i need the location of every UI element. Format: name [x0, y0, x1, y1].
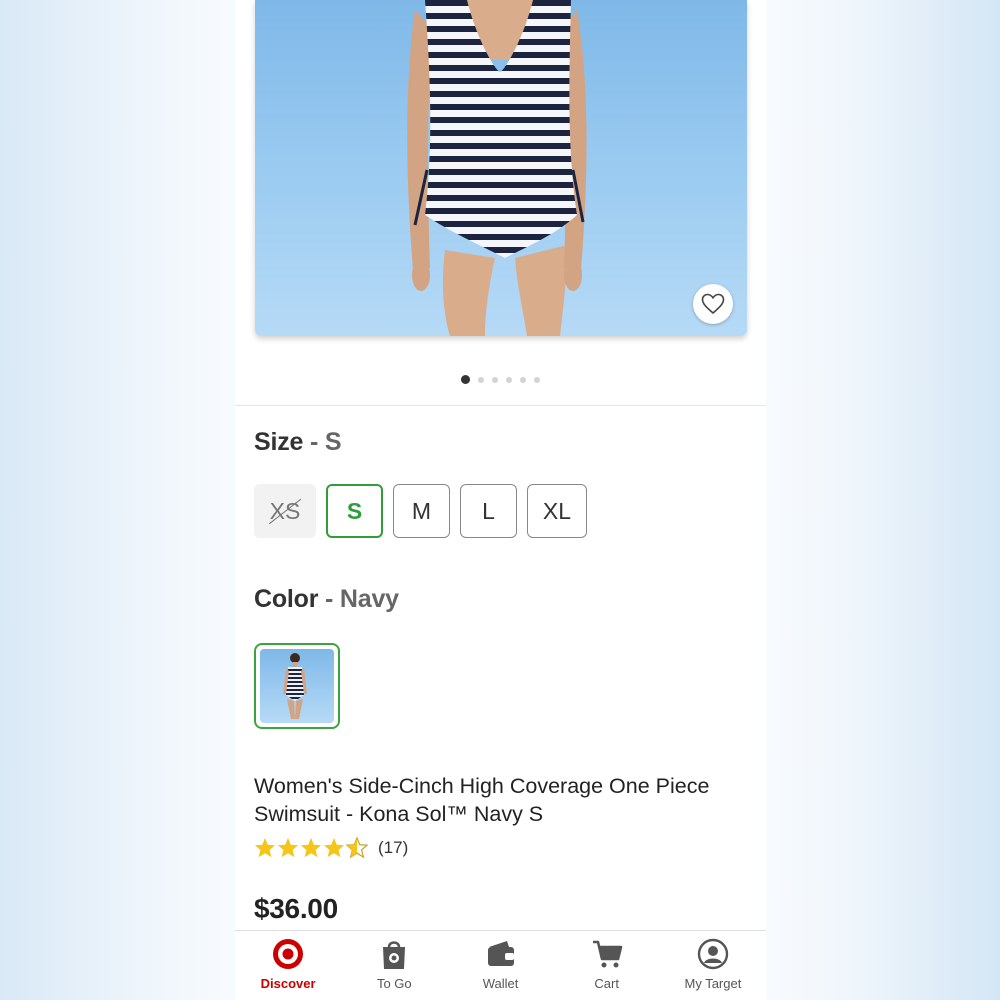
favorite-button[interactable]	[693, 284, 733, 324]
size-option-l[interactable]: L	[460, 484, 517, 538]
size-selected-value: S	[324, 428, 342, 456]
tab-cart[interactable]: Cart	[554, 931, 660, 1000]
tab-to-go[interactable]: To Go	[341, 931, 447, 1000]
carousel-dot[interactable]	[520, 376, 526, 383]
swatch-photo	[283, 653, 307, 719]
carousel-dot[interactable]	[492, 376, 498, 383]
size-option-xs[interactable]: XS	[254, 484, 316, 538]
target-logo-icon	[273, 939, 304, 969]
star-rating	[254, 837, 368, 858]
size-option-label: L	[482, 497, 495, 524]
product-image[interactable]	[255, 0, 747, 336]
size-option-s[interactable]: S	[326, 484, 383, 538]
product-title: Women's Side-Cinch High Coverage One Pie…	[254, 774, 710, 826]
star-full-icon	[254, 837, 276, 858]
bottom-tab-bar: Discover To Go Wallet Cart My Target	[235, 930, 766, 1000]
tab-label: Discover	[260, 976, 316, 991]
tab-label: My Target	[684, 976, 742, 991]
size-option-label: XL	[542, 497, 572, 524]
cart-icon	[592, 940, 623, 968]
size-heading-separator: -	[309, 428, 319, 456]
tab-label: Cart	[594, 976, 619, 991]
phone-screen: Size - S XS S M L XL Color - Navy	[235, 0, 766, 1000]
product-price: $36.00	[254, 893, 338, 924]
size-heading: Size - S	[254, 428, 342, 457]
rating-count[interactable]: (17)	[378, 838, 408, 858]
star-half-icon	[346, 837, 368, 858]
size-option-label: S	[346, 497, 363, 524]
color-swatch-navy[interactable]	[254, 643, 340, 729]
rating[interactable]: (17)	[254, 837, 408, 858]
carousel-dot[interactable]	[506, 376, 512, 383]
color-heading: Color - Navy	[254, 585, 399, 614]
carousel-dot[interactable]	[534, 376, 540, 383]
size-heading-label: Size	[254, 428, 304, 456]
carousel-dot[interactable]	[461, 375, 470, 384]
color-selected-value: Navy	[339, 585, 399, 613]
tab-discover[interactable]: Discover	[235, 931, 341, 1000]
size-option-xl[interactable]: XL	[527, 484, 587, 538]
tab-my-target[interactable]: My Target	[660, 931, 766, 1000]
tab-label: Wallet	[482, 976, 519, 991]
tab-wallet[interactable]: Wallet	[447, 931, 553, 1000]
tab-label: To Go	[376, 976, 412, 991]
star-full-icon	[323, 837, 345, 858]
carousel-dot[interactable]	[478, 376, 484, 383]
star-full-icon	[277, 837, 299, 858]
color-heading-label: Color	[254, 585, 319, 613]
image-carousel-dots[interactable]	[235, 375, 766, 384]
swatch-thumbnail	[260, 649, 334, 723]
size-option-label: M	[411, 497, 432, 524]
account-icon	[697, 938, 729, 970]
section-divider	[235, 405, 766, 406]
color-heading-separator: -	[325, 585, 334, 613]
swimsuit-photo	[407, 0, 587, 336]
heart-icon	[701, 293, 725, 315]
star-full-icon	[300, 837, 322, 858]
wallet-icon	[487, 941, 514, 966]
shopping-bag-icon	[383, 941, 406, 969]
size-option-m[interactable]: M	[393, 484, 450, 538]
size-options: XS S M L XL	[254, 484, 587, 538]
